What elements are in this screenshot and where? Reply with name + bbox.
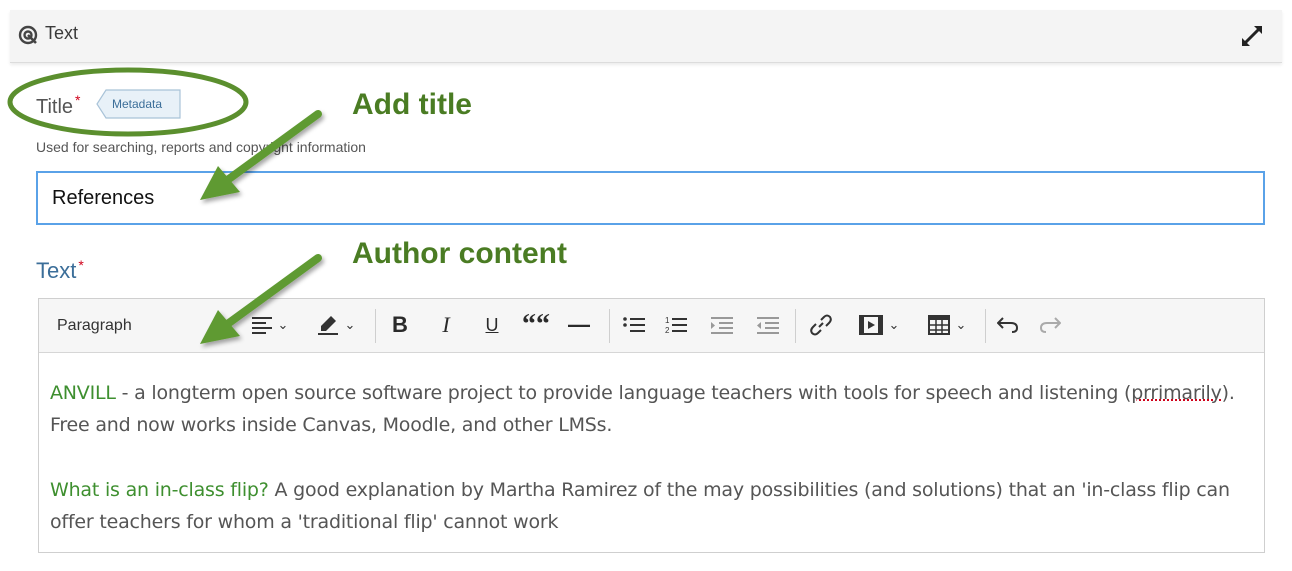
link-button[interactable] (807, 310, 835, 340)
editor-content[interactable]: ANVILL - a longterm open source software… (50, 377, 1250, 571)
chevron-down-icon: ⌄ (888, 317, 900, 332)
title-description: Used for searching, reports and copyrigh… (36, 139, 366, 155)
redo-button[interactable] (1037, 310, 1063, 340)
rich-text-editor[interactable]: Paragraph ⌄ ⌄ B I U ““ — 1 2 ⌄ ⌄ ANVILL … (38, 298, 1265, 553)
bullet-list-button[interactable] (621, 310, 647, 340)
media-button[interactable]: ⌄ (853, 310, 905, 340)
quote-button[interactable]: ““ (522, 309, 550, 340)
italic-button[interactable]: I (433, 310, 459, 340)
required-mark: * (75, 92, 81, 108)
outdent-button[interactable] (755, 310, 781, 340)
highlight-button[interactable]: ⌄ (307, 310, 365, 340)
widget-header: Text (10, 10, 1282, 63)
svg-text:2: 2 (665, 326, 670, 334)
horizontal-rule-button[interactable]: — (565, 310, 593, 340)
content-paragraph: ANVILL - a longterm open source software… (50, 377, 1250, 441)
table-icon (927, 315, 950, 335)
toolbar-separator (795, 309, 796, 343)
undo-icon (997, 317, 1019, 333)
numbered-list-button[interactable]: 1 2 (663, 310, 689, 340)
required-mark: * (78, 257, 84, 273)
media-icon (858, 315, 883, 335)
numbered-list-icon: 1 2 (665, 316, 687, 334)
table-button[interactable]: ⌄ (921, 310, 973, 340)
title-label: Title * (36, 92, 81, 119)
align-icon (251, 317, 272, 334)
toolbar-separator (985, 309, 986, 343)
redo-icon (1039, 317, 1061, 333)
chevron-down-icon: ⌄ (344, 317, 356, 332)
chevron-down-icon: ⌄ (277, 317, 289, 332)
toolbar-separator (375, 309, 376, 343)
anvill-link[interactable]: ANVILL (50, 382, 116, 404)
indent-button[interactable] (709, 310, 735, 340)
chevron-down-icon: ⌄ (955, 317, 967, 332)
paragraph-format-select[interactable]: Paragraph (57, 317, 132, 335)
underline-button[interactable]: U (479, 310, 505, 340)
text-widget-icon (18, 25, 38, 45)
link-icon (810, 314, 832, 336)
text-label-text: Text (36, 258, 77, 283)
toolbar-separator (609, 309, 610, 343)
indent-icon (711, 317, 733, 334)
metadata-label: Metadata (112, 97, 163, 111)
bold-button[interactable]: B (387, 310, 413, 340)
expand-icon[interactable] (1238, 22, 1266, 50)
in-class-flip-link[interactable]: What is an in-class flip? (50, 479, 269, 501)
svg-text:1: 1 (665, 316, 670, 325)
editor-toolbar: Paragraph ⌄ ⌄ B I U ““ — 1 2 ⌄ ⌄ (39, 299, 1264, 353)
bullet-list-icon (623, 317, 645, 332)
undo-button[interactable] (995, 310, 1021, 340)
paragraph-text: - a longterm open source software projec… (115, 382, 1132, 404)
title-label-text: Title (36, 96, 74, 118)
outdent-icon (757, 317, 779, 334)
align-button[interactable]: ⌄ (245, 310, 295, 340)
misspelled-word: prrimarily (1131, 382, 1222, 404)
widget-title: Text (45, 23, 79, 43)
title-input[interactable] (36, 171, 1265, 225)
content-paragraph: What is an in-class flip? A good explana… (50, 474, 1250, 538)
annotation-author-content: Author content (352, 237, 567, 270)
annotation-add-title: Add title (352, 88, 472, 121)
highlight-icon (317, 316, 338, 335)
text-label: Text * (36, 257, 84, 284)
